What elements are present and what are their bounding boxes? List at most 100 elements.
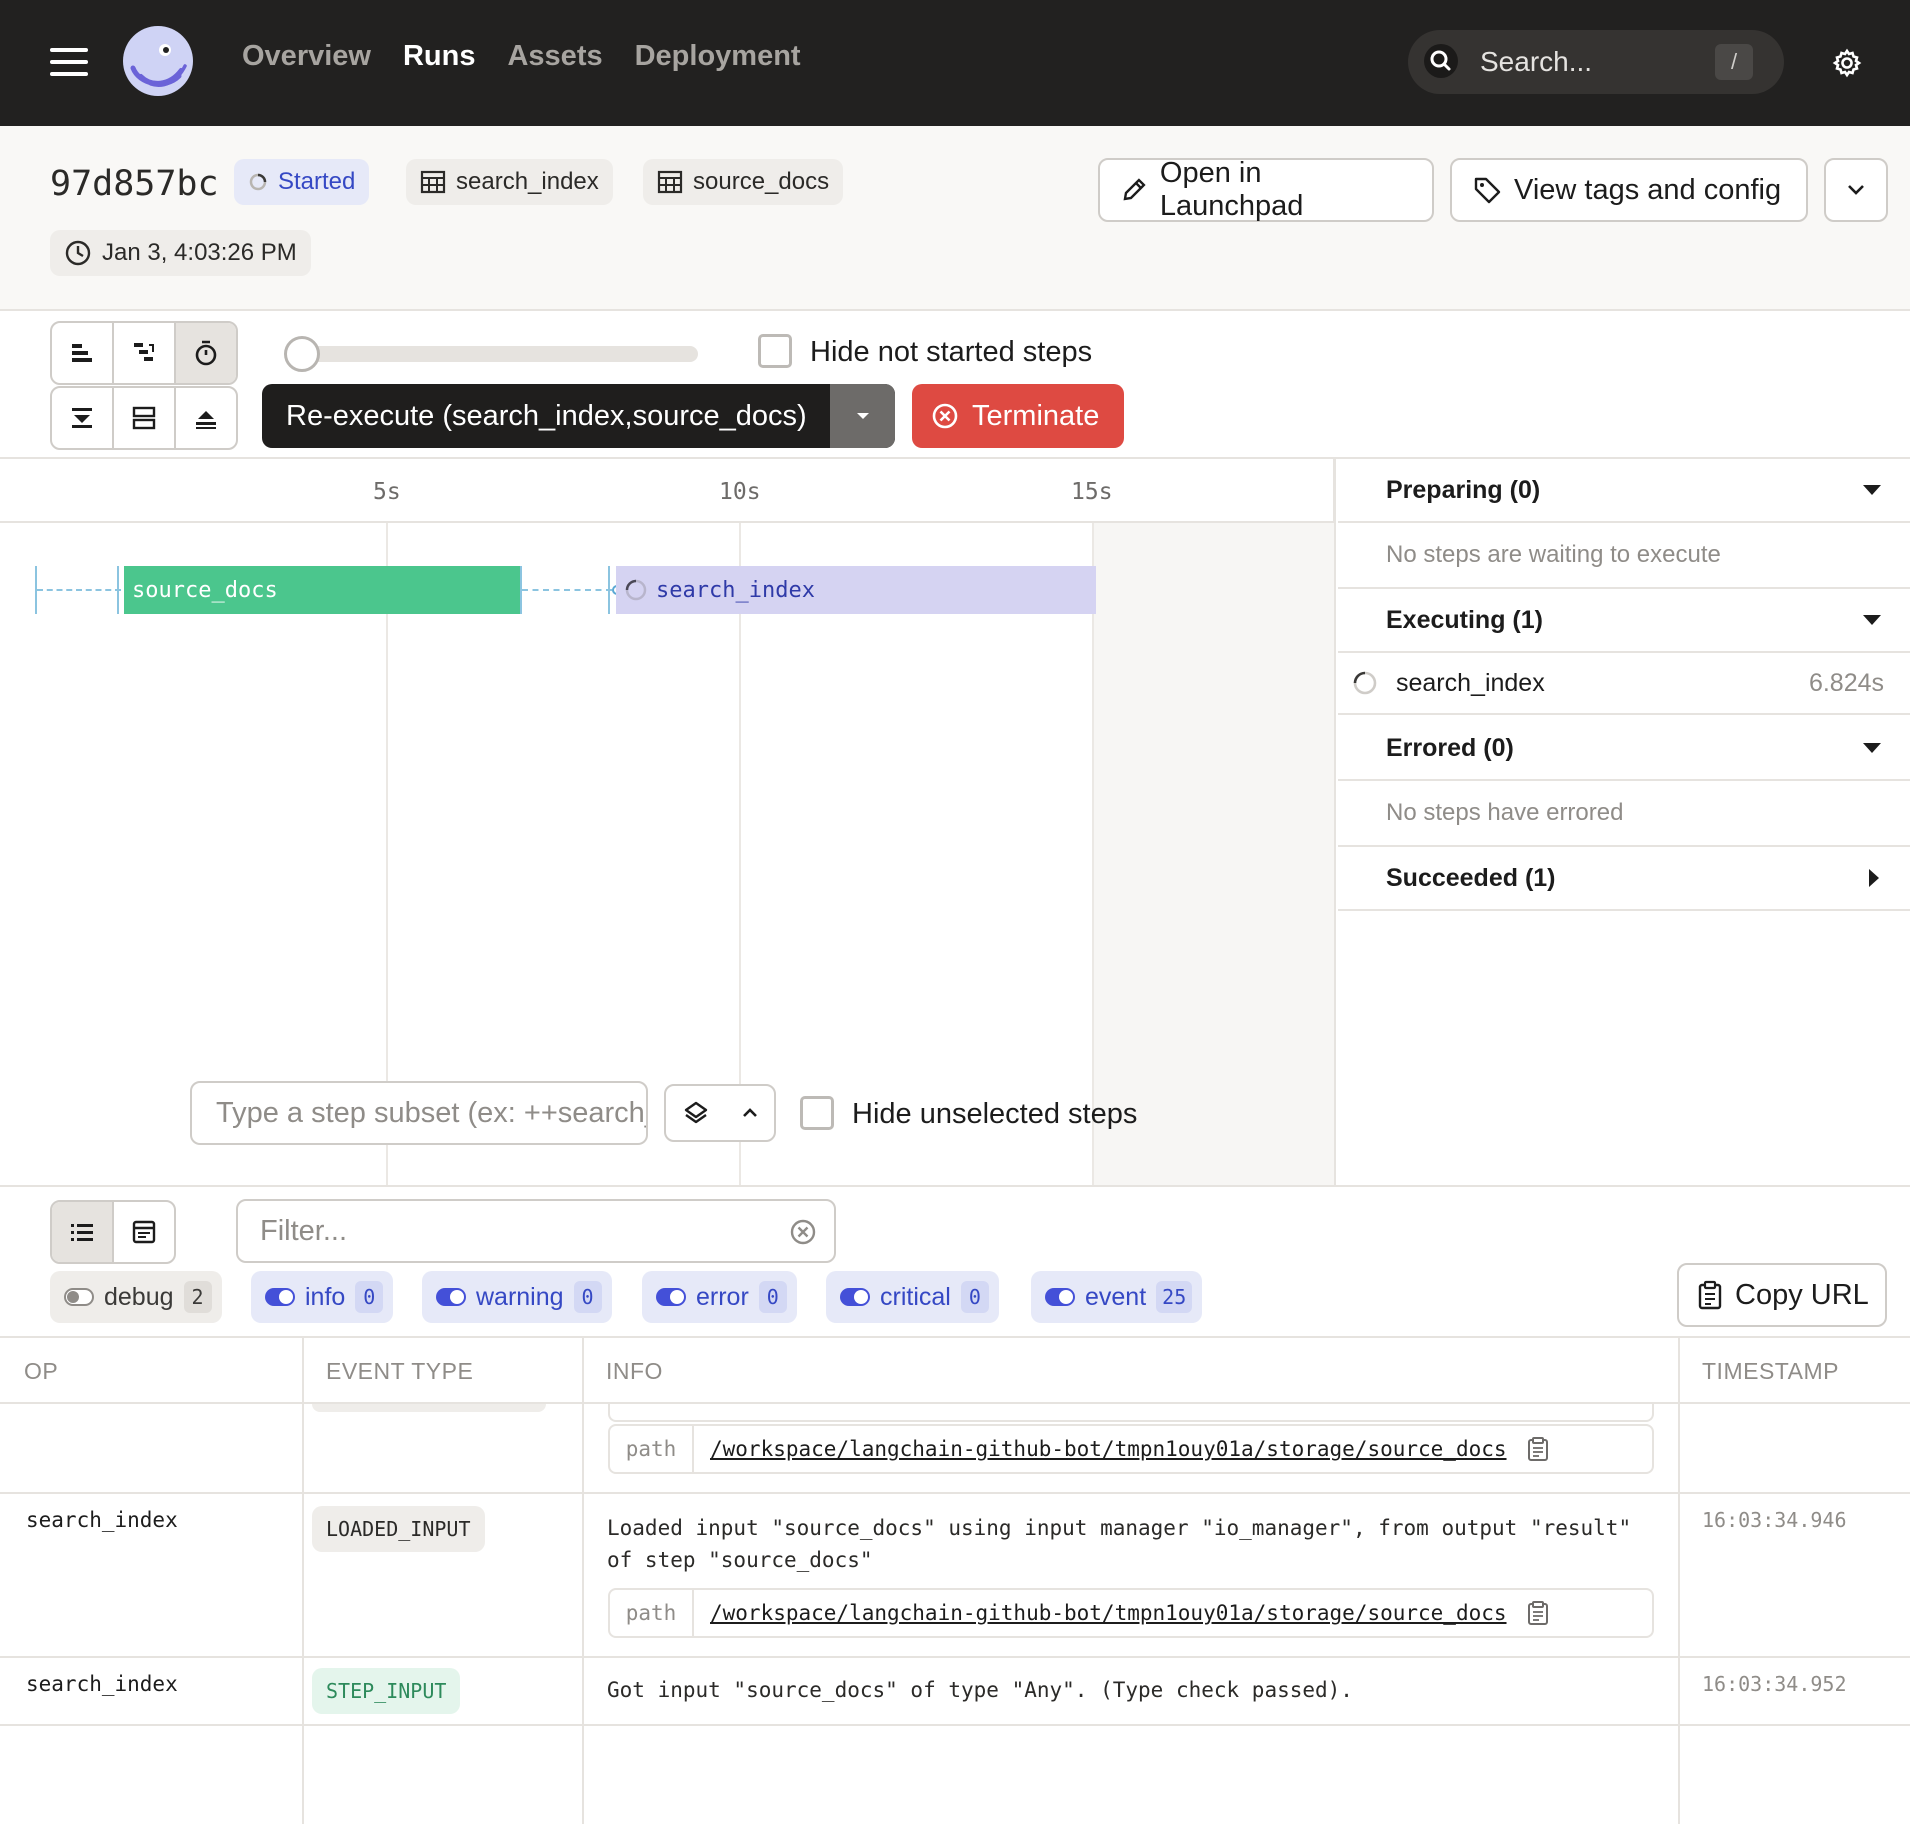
chevron-up-icon xyxy=(742,1108,757,1117)
nav-link-deployment[interactable]: Deployment xyxy=(635,40,801,73)
log-info: Got input "source_docs" of type "Any". (… xyxy=(607,1678,1353,1702)
path-metadata: path /workspace/langchain-github-bot/tmp… xyxy=(608,1424,1654,1474)
run-header: 97d857bc Started search_index source_doc… xyxy=(0,126,1910,311)
top-nav: Overview Runs Assets Deployment Search..… xyxy=(0,0,1910,126)
toggle-icon xyxy=(656,1288,686,1306)
search-icon xyxy=(1424,44,1458,78)
terminate-label: Terminate xyxy=(972,399,1100,432)
status-badge: Started xyxy=(234,159,370,205)
hide-not-started-label: Hide not started steps xyxy=(810,336,1093,368)
section-title: Preparing (0) xyxy=(1386,475,1541,504)
clipboard-icon[interactable] xyxy=(1527,1600,1549,1626)
asset-tag-label: search_index xyxy=(456,168,599,195)
copy-url-button[interactable]: Copy URL xyxy=(1677,1263,1887,1327)
raw-logs-icon[interactable] xyxy=(114,1202,174,1262)
table-icon xyxy=(420,170,446,194)
executing-step-row[interactable]: search_index 6.824s xyxy=(1338,653,1910,715)
global-search[interactable]: Search... / xyxy=(1408,30,1784,94)
caret-down-icon xyxy=(856,413,869,419)
step-duration: 6.824s xyxy=(1808,668,1884,697)
wait-line xyxy=(37,589,121,591)
section-executing[interactable]: Executing (1) xyxy=(1338,589,1910,653)
menu-icon[interactable] xyxy=(50,48,88,76)
level-filter-error[interactable]: error 0 xyxy=(642,1271,797,1323)
reexecute-dropdown[interactable] xyxy=(830,384,895,448)
event-type-badge: LOADED_INPUT xyxy=(312,1506,485,1552)
toggle-icon xyxy=(1045,1288,1075,1306)
level-label: warning xyxy=(476,1282,564,1311)
structured-list-icon[interactable] xyxy=(52,1202,114,1262)
row-divider xyxy=(0,1656,1910,1658)
section-preparing[interactable]: Preparing (0) xyxy=(1338,459,1910,523)
level-label: critical xyxy=(880,1282,951,1311)
nav-link-overview[interactable]: Overview xyxy=(242,40,371,73)
clear-circle-icon[interactable] xyxy=(788,1217,818,1247)
more-actions-button[interactable] xyxy=(1824,158,1888,222)
tick-label: 10s xyxy=(719,479,761,505)
metadata-box-clipped xyxy=(608,1404,1654,1422)
dagster-logo-icon[interactable] xyxy=(121,24,195,98)
subset-options-button[interactable] xyxy=(664,1084,776,1142)
cancel-circle-icon xyxy=(932,403,958,429)
split-view-icon[interactable] xyxy=(114,388,176,448)
level-filter-event[interactable]: event 25 xyxy=(1031,1271,1203,1323)
level-filter-info[interactable]: info 0 xyxy=(251,1271,394,1323)
collapse-up-icon[interactable] xyxy=(176,388,236,448)
level-label: info xyxy=(305,1282,346,1311)
nav-link-runs[interactable]: Runs xyxy=(403,40,476,73)
timer-layout-icon[interactable] xyxy=(176,323,236,383)
step-bar-label: source_docs xyxy=(132,577,278,603)
hide-unselected-checkbox[interactable] xyxy=(800,1096,834,1130)
level-count: 0 xyxy=(758,1281,787,1313)
log-view-toggle xyxy=(50,1200,176,1264)
path-link[interactable]: /workspace/langchain-github-bot/tmpn1ouy… xyxy=(694,1601,1507,1625)
asset-tag-label: source_docs xyxy=(693,168,830,195)
zoom-slider-handle[interactable] xyxy=(284,336,320,372)
run-date-label: Jan 3, 4:03:26 PM xyxy=(102,239,297,266)
step-subset-input[interactable]: Type a step subset (ex: ++search_index) xyxy=(190,1081,648,1145)
log-info-line: of step "source_docs" xyxy=(607,1548,873,1572)
gear-icon[interactable] xyxy=(1832,48,1862,78)
step-bar-label: search_index xyxy=(656,577,815,603)
asset-tag-source-docs[interactable]: source_docs xyxy=(643,159,844,205)
column-header-event-type: EVENT TYPE xyxy=(326,1357,474,1384)
caret-down-icon xyxy=(1863,485,1881,495)
terminate-button[interactable]: Terminate xyxy=(912,384,1124,448)
step-bar-source-docs[interactable]: source_docs xyxy=(124,566,520,614)
zoom-slider[interactable] xyxy=(284,336,698,372)
section-title: Errored (0) xyxy=(1386,733,1514,762)
path-metadata: path /workspace/langchain-github-bot/tmp… xyxy=(608,1588,1654,1638)
step-status-panel: Preparing (0) No steps are waiting to ex… xyxy=(1338,459,1910,1185)
column-header-timestamp: TIMESTAMP xyxy=(1702,1357,1839,1384)
log-filter-placeholder: Filter... xyxy=(260,1214,348,1247)
level-filter-warning[interactable]: warning 0 xyxy=(422,1271,612,1323)
section-succeeded[interactable]: Succeeded (1) xyxy=(1338,847,1910,911)
path-key: path xyxy=(610,1426,694,1472)
flat-layout-icon[interactable] xyxy=(52,323,114,383)
hide-not-started-checkbox[interactable] xyxy=(758,334,792,368)
reexecute-button[interactable]: Re-execute (search_index,source_docs) xyxy=(262,384,830,448)
clock-icon xyxy=(65,240,91,266)
nav-link-assets[interactable]: Assets xyxy=(507,40,602,73)
open-launchpad-button[interactable]: Open in Launchpad xyxy=(1098,157,1434,222)
tick-label: 15s xyxy=(1071,479,1113,505)
step-bar-search-index[interactable]: search_index xyxy=(616,566,1096,614)
level-filter-debug[interactable]: debug 2 xyxy=(50,1271,222,1323)
tick-label: 5s xyxy=(373,479,401,505)
waterfall-layout-icon[interactable] xyxy=(114,323,176,383)
level-filter-critical[interactable]: critical 0 xyxy=(826,1271,999,1323)
column-divider xyxy=(302,1338,304,1824)
path-link[interactable]: /workspace/langchain-github-bot/tmpn1ouy… xyxy=(694,1437,1507,1461)
view-tags-config-button[interactable]: View tags and config xyxy=(1450,158,1808,222)
log-filter-input[interactable]: Filter... xyxy=(236,1199,836,1263)
clipboard-icon[interactable] xyxy=(1527,1436,1549,1462)
log-timestamp: 16:03:34.952 xyxy=(1702,1672,1847,1696)
path-key: path xyxy=(610,1590,694,1636)
log-info: Loaded input "source_docs" using input m… xyxy=(607,1512,1637,1576)
wait-marker xyxy=(608,566,610,614)
section-errored[interactable]: Errored (0) xyxy=(1338,717,1910,781)
collapse-down-icon[interactable] xyxy=(52,388,114,448)
log-op-name: search_index xyxy=(26,1508,178,1532)
step-name: search_index xyxy=(1396,668,1545,697)
asset-tag-search-index[interactable]: search_index xyxy=(406,159,613,205)
